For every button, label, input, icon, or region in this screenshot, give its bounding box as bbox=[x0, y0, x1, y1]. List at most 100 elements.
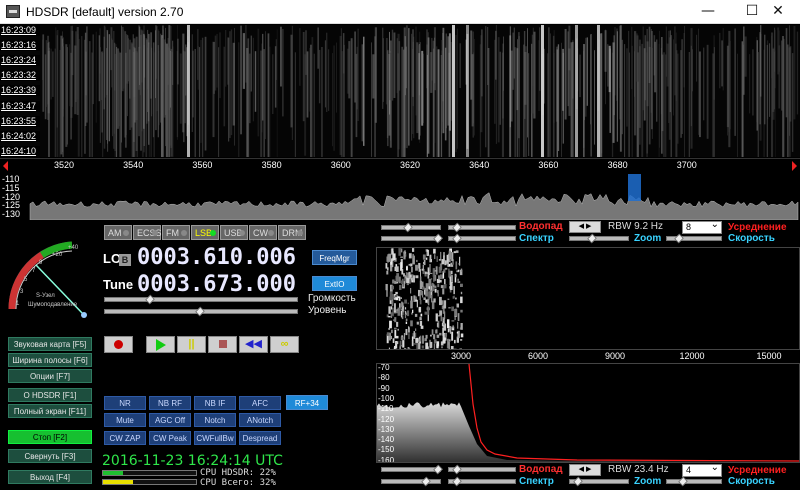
volume-slider-knob[interactable] bbox=[145, 294, 155, 305]
scroll-left-icon[interactable] bbox=[3, 161, 8, 171]
smeter-tick: +20 bbox=[52, 252, 63, 258]
waterfall-label: Водопад bbox=[519, 221, 563, 232]
af-db-label: -160 bbox=[378, 455, 395, 463]
mode-button-ecss[interactable]: ECSS bbox=[133, 225, 162, 240]
spectrum-label-bottom: Спектр bbox=[519, 476, 554, 487]
spectrum-bottom-slider-2[interactable] bbox=[448, 476, 516, 487]
dsp-button[interactable]: NB IF bbox=[194, 396, 236, 410]
side-button[interactable]: Полный экран [F11] bbox=[8, 404, 92, 418]
mode-button-am[interactable]: AM bbox=[104, 225, 132, 240]
level-slider[interactable] bbox=[104, 306, 298, 317]
pause-button[interactable]: || bbox=[177, 336, 206, 353]
mode-button-drm[interactable]: DRM bbox=[278, 225, 306, 240]
dsp-button[interactable]: Despread bbox=[239, 431, 281, 445]
freqmgr-button[interactable]: FreqMgr bbox=[312, 250, 357, 265]
dsp-button[interactable]: NR bbox=[104, 396, 146, 410]
dsp-button[interactable]: ANotch bbox=[239, 413, 281, 427]
side-button[interactable]: Выход [F4] bbox=[8, 470, 92, 484]
af-axis-tick: 15000 bbox=[756, 351, 782, 361]
lo-badge[interactable]: B bbox=[119, 254, 131, 266]
dsp-button[interactable]: CW ZAP bbox=[104, 431, 146, 445]
dsp-button[interactable]: Mute bbox=[104, 413, 146, 427]
side-button[interactable]: Стоп [F2] bbox=[8, 430, 92, 444]
spectrum-top-slider-2[interactable] bbox=[448, 233, 516, 244]
rbw-spinner[interactable]: ◀ ▶ bbox=[569, 221, 601, 233]
level-slider-knob[interactable] bbox=[195, 306, 205, 317]
waterfall-time-label: 16:23:16 bbox=[0, 40, 40, 52]
waterfall-top-slider-2[interactable] bbox=[448, 222, 516, 233]
app-logo-icon bbox=[6, 5, 20, 18]
record-button[interactable] bbox=[104, 336, 133, 353]
rbw-value: RBW 9.2 Hz bbox=[608, 221, 664, 232]
rbw-spinner-bottom[interactable]: ◀ ▶ bbox=[569, 464, 601, 476]
rf-gain-button[interactable]: RF+34 bbox=[286, 395, 328, 410]
volume-label: Громкость bbox=[308, 293, 356, 304]
speed-bottom-slider[interactable] bbox=[666, 476, 722, 487]
waterfall-bottom-slider-2[interactable] bbox=[448, 464, 516, 475]
lo-frequency[interactable]: 0003.610.006 bbox=[137, 245, 296, 270]
rbw-value-bottom: RBW 23.4 Hz bbox=[608, 464, 669, 475]
zoom-bottom-slider[interactable] bbox=[569, 476, 629, 487]
smeter-tick: 7 bbox=[32, 268, 36, 274]
play-icon bbox=[155, 339, 166, 351]
tune-frequency[interactable]: 0003.673.000 bbox=[137, 272, 296, 297]
main-waterfall[interactable]: 16:23:09 16:23:16 16:23:24 16:23:32 16:23:39… bbox=[0, 25, 800, 157]
frequency-ruler[interactable]: 3520 3540 3560 3580 3600 3620 3640 3660 3680 3700 bbox=[0, 158, 800, 174]
side-button[interactable]: Опции [F7] bbox=[8, 369, 92, 383]
side-button[interactable]: Свернуть [F3] bbox=[8, 449, 92, 463]
mode-label: AM bbox=[108, 228, 122, 238]
dsp-button[interactable]: CW Peak bbox=[149, 431, 191, 445]
mode-led-icon bbox=[210, 230, 216, 236]
mode-button-fm[interactable]: FM bbox=[162, 225, 190, 240]
stop-button[interactable] bbox=[208, 336, 237, 353]
loop-icon: ∞ bbox=[280, 338, 289, 350]
extio-button[interactable]: ExtIO bbox=[312, 276, 357, 291]
af-db-label: -150 bbox=[378, 445, 395, 455]
mode-button-cw[interactable]: CW bbox=[249, 225, 277, 240]
minimize-icon[interactable]: — bbox=[686, 0, 730, 24]
control-panel: 1 3 5 7 9 +20 +40 S-Узел Шумоподавление … bbox=[0, 221, 376, 490]
waterfall-bottom-slider[interactable] bbox=[381, 464, 443, 475]
dsp-button[interactable]: AFC bbox=[239, 396, 281, 410]
spectrum-top-slider[interactable] bbox=[381, 233, 443, 244]
dsp-button[interactable]: NB RF bbox=[149, 396, 191, 410]
dsp-button[interactable]: CWFullBw bbox=[194, 431, 236, 445]
mode-button-usb[interactable]: USB bbox=[220, 225, 248, 240]
af-db-label: -110 bbox=[378, 404, 394, 414]
af-spectrum[interactable]: -70 -80 -90 -100 -110 -120 -130 -140 -150 -160 bbox=[376, 363, 800, 463]
waterfall-top-slider[interactable] bbox=[381, 222, 441, 233]
speed-top-slider[interactable] bbox=[666, 233, 722, 244]
averaging-label: Усреднение bbox=[728, 222, 787, 233]
averaging-select-bottom[interactable]: 4 bbox=[682, 462, 722, 477]
spectrum-bottom-slider[interactable] bbox=[381, 476, 441, 487]
smeter-tick: 9 bbox=[39, 260, 43, 266]
smeter-label: S-Узел bbox=[36, 293, 55, 299]
frequency-tick: 3580 bbox=[261, 160, 282, 170]
frequency-tick: 3640 bbox=[469, 160, 490, 170]
s-meter: 1 3 5 7 9 +20 +40 S-Узел Шумоподавление bbox=[8, 241, 87, 318]
close-icon[interactable]: ✕ bbox=[756, 0, 800, 24]
side-button[interactable]: Звуковая карта [F5] bbox=[8, 337, 92, 351]
scroll-right-icon[interactable] bbox=[792, 161, 797, 171]
rewind-button[interactable]: ◀◀ bbox=[239, 336, 268, 353]
side-button[interactable]: Ширина полосы [F6] bbox=[8, 353, 92, 367]
side-button[interactable]: О HDSDR [F1] bbox=[8, 388, 92, 402]
spectrum-graphic bbox=[29, 174, 799, 220]
main-spectrum[interactable]: -110 -115 -120 -125 -130 bbox=[0, 174, 800, 220]
averaging-select[interactable]: 8 bbox=[682, 219, 722, 234]
smeter-tick: 5 bbox=[24, 277, 28, 283]
smeter-tick: 3 bbox=[20, 289, 24, 295]
af-db-label: -70 bbox=[378, 363, 390, 372]
cpu-hdsdr-text: CPU HDSDR: 22% bbox=[200, 468, 276, 478]
dsp-button[interactable]: AGC Off bbox=[149, 413, 191, 427]
af-waterfall[interactable] bbox=[376, 247, 800, 350]
zoom-top-slider[interactable] bbox=[569, 233, 629, 244]
play-button[interactable] bbox=[146, 336, 175, 353]
mode-button-lsb[interactable]: LSB bbox=[191, 225, 219, 240]
af-axis-tick: 12000 bbox=[679, 351, 705, 361]
tune-label: Tune bbox=[103, 277, 134, 292]
volume-slider[interactable] bbox=[104, 294, 298, 305]
dsp-button[interactable]: Notch bbox=[194, 413, 236, 427]
loop-button[interactable]: ∞ bbox=[270, 336, 299, 353]
frequency-tick: 3680 bbox=[607, 160, 628, 170]
